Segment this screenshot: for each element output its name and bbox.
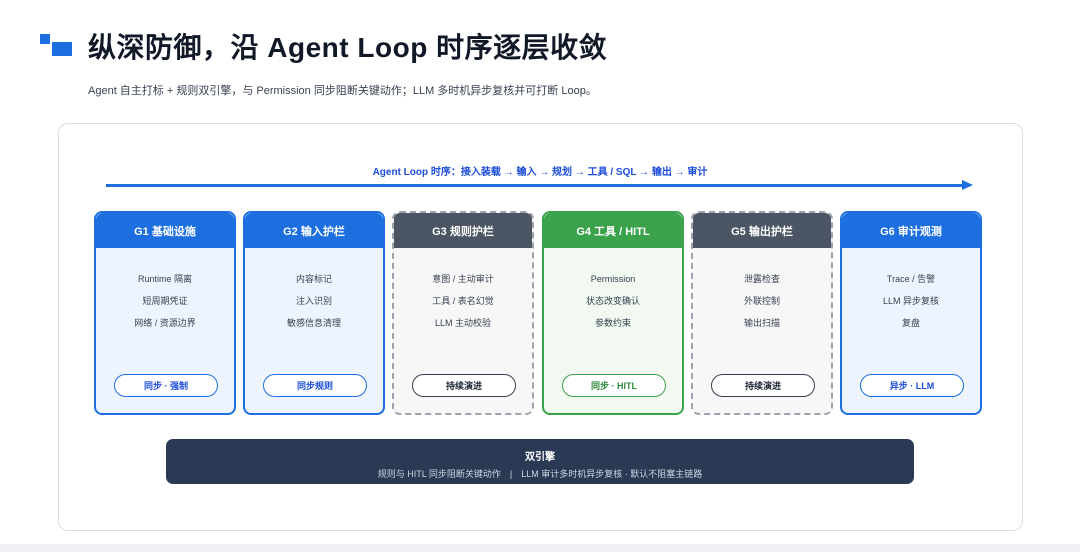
- gate-g4-card: G4 工具 / HITL Permission 状态改变确认 参数约束 同步 ·…: [542, 211, 684, 415]
- gate-g6-card: G6 审计观测 Trace / 告警 LLM 异步复核 复盘 异步 · LLM: [840, 211, 982, 415]
- flow-arrow-line: [106, 184, 964, 187]
- gate-item: 敏感信息清理: [286, 318, 341, 328]
- gate-mode-pill: 持续演进: [412, 374, 516, 397]
- gate-item: Trace / 告警: [886, 274, 936, 284]
- gate-item: 状态改变确认: [585, 296, 640, 306]
- gate-item: Permission: [590, 274, 636, 284]
- gate-header: G3 规则护栏: [394, 213, 532, 248]
- gate-item: 网络 / 资源边界: [134, 318, 196, 328]
- gate-item: 意图 / 主动审计: [432, 274, 494, 284]
- gate-item: LLM 异步复核: [882, 296, 939, 306]
- gate-header: G1 基础设施: [96, 213, 234, 248]
- flow-label: Agent Loop 时序：接入装载 → 输入 → 规划 → 工具 / SQL …: [372, 167, 708, 178]
- brand-logo-icon: [40, 34, 74, 56]
- gate-mode-pill: 同步规则: [263, 374, 367, 397]
- gate-item: 工具 / 表名幻觉: [432, 296, 494, 306]
- gate-g2-card: G2 输入护栏 内容标记 注入识别 敏感信息清理 同步规则: [243, 211, 385, 415]
- gate-mode-pill: 异步 · LLM: [860, 374, 964, 397]
- gate-g5-card: G5 输出护栏 泄露检查 外联控制 输出扫描 持续演进: [691, 211, 833, 415]
- gate-header: G2 输入护栏: [245, 213, 383, 248]
- gate-item: 输出扫描: [743, 318, 780, 328]
- gate-item: 内容标记: [295, 274, 332, 284]
- gate-item: 短周期凭证: [142, 296, 188, 306]
- gate-item: 参数约束: [594, 318, 631, 328]
- engine-title: 双引擎: [525, 452, 555, 463]
- logo-square-small: [40, 34, 50, 44]
- gate-header: G4 工具 / HITL: [544, 213, 682, 248]
- gate-item: 泄露检查: [743, 274, 780, 284]
- gate-header: G6 审计观测: [842, 213, 980, 248]
- gate-mode-pill: 同步 · HITL: [562, 374, 666, 397]
- dual-engine-bar: 双引擎 规则与 HITL 同步阻断关键动作 | LLM 审计多时机异步复核 · …: [166, 439, 914, 484]
- gate-item: 注入识别: [295, 296, 332, 306]
- gate-item: 复盘: [901, 318, 920, 328]
- gate-mode-pill: 同步 · 强制: [114, 374, 218, 397]
- logo-square-large: [52, 42, 72, 56]
- gate-item: LLM 主动校验: [434, 318, 491, 328]
- gate-mode-pill: 持续演进: [711, 374, 815, 397]
- footer-strip: [0, 544, 1080, 552]
- gate-g1-card: G1 基础设施 Runtime 隔离 短周期凭证 网络 / 资源边界 同步 · …: [94, 211, 236, 415]
- gate-item: 外联控制: [743, 296, 780, 306]
- page-title: 纵深防御，沿 Agent Loop 时序逐层收敛: [88, 32, 608, 63]
- flow-arrow-head-icon: [962, 180, 973, 190]
- gate-header: G5 输出护栏: [693, 213, 831, 248]
- page-subtitle: Agent 自主打标 + 规则双引擎，与 Permission 同步阻断关键动作…: [88, 85, 597, 97]
- engine-description: 规则与 HITL 同步阻断关键动作 | LLM 审计多时机异步复核 · 默认不阻…: [377, 469, 703, 479]
- gate-g3-card: G3 规则护栏 意图 / 主动审计 工具 / 表名幻觉 LLM 主动校验 持续演…: [392, 211, 534, 415]
- gate-item: Runtime 隔离: [137, 274, 192, 284]
